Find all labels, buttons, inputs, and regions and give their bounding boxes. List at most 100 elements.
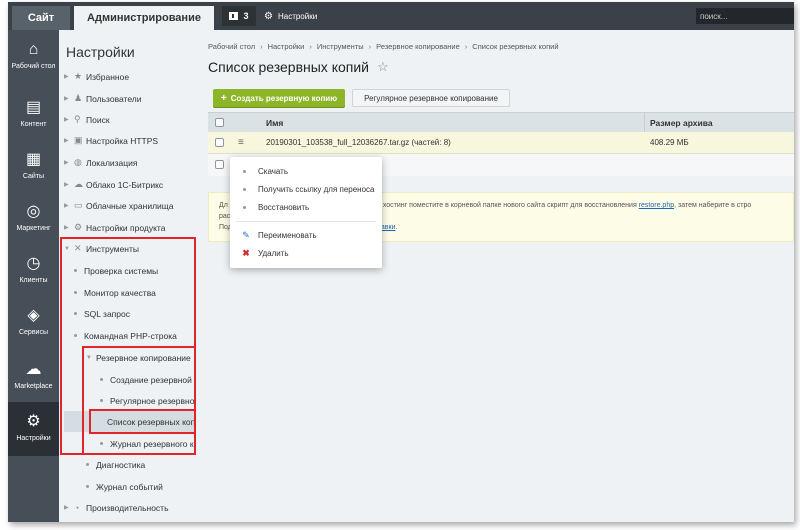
expand-arrow-icon[interactable]: ▶: [64, 202, 74, 209]
menu-item-system-check[interactable]: Проверка системы: [74, 260, 158, 281]
calendar-icon: ▦: [25, 151, 42, 168]
select-all-checkbox[interactable]: [215, 118, 224, 127]
menu-item-regular-backup[interactable]: Регулярное резервное: [100, 390, 195, 411]
sidebar-item-marketplace[interactable]: ☁ Marketplace: [8, 350, 59, 404]
collapse-arrow-icon[interactable]: ▼: [64, 246, 74, 252]
bullet-icon: [243, 205, 246, 209]
sidebar-item-desktop[interactable]: ⌂ Рабочий стол: [8, 30, 59, 84]
notifications-count: 3: [243, 11, 249, 21]
context-item-get-link[interactable]: Получить ссылку для переноса: [230, 180, 382, 198]
settings-menu: Настройки ▶ ★ Избранное ▶ ♟ Пользователи…: [59, 30, 195, 522]
sidebar-item-marketing[interactable]: ◎ Маркетинг: [8, 192, 59, 246]
context-item-rename[interactable]: ✎ Переименовать: [230, 226, 382, 244]
expand-arrow-icon[interactable]: ▶: [64, 181, 74, 188]
storage-icon: ▭: [74, 200, 83, 210]
menu-item-event-log[interactable]: Журнал событий: [86, 476, 163, 497]
context-item-download[interactable]: Скачать: [230, 162, 382, 180]
sidebar-item-sites[interactable]: ▦ Сайты: [8, 140, 59, 194]
bullet-icon: [74, 269, 77, 272]
bullet-icon: [243, 169, 246, 173]
regular-backup-button[interactable]: Регулярное резервное копирование: [352, 89, 510, 107]
sidebar-item-label: Маркетинг: [16, 225, 51, 232]
expand-arrow-icon[interactable]: ▶: [64, 73, 74, 80]
table-row[interactable]: ≡ 20190301_103538_full_12036267.tar.gz (…: [208, 132, 794, 154]
document-icon: ▤: [25, 99, 42, 116]
menu-item-sql-query[interactable]: SQL запрос: [74, 303, 130, 324]
menu-item-label: Список резервных копи: [107, 416, 195, 427]
sidebar-item-label: Рабочий стол: [11, 63, 56, 70]
sidebar-item-label: Сайты: [22, 173, 45, 180]
layers-icon: ◈: [27, 307, 40, 324]
column-header-size[interactable]: Размер архива: [650, 118, 713, 128]
expand-arrow-icon[interactable]: ▶: [64, 137, 74, 144]
menu-item-label: Производительность: [86, 502, 169, 513]
admin-tab[interactable]: Администрирование: [74, 6, 214, 30]
search-input[interactable]: поиск...: [696, 8, 794, 24]
notification-icon: [229, 12, 239, 20]
menu-item-search[interactable]: ▶ ⚲ Поиск: [64, 109, 110, 130]
expand-arrow-icon[interactable]: ▶: [64, 116, 74, 123]
sidebar-item-label: Сервисы: [18, 329, 48, 336]
breadcrumb-item[interactable]: Резервное копирование: [376, 42, 460, 51]
bullet-icon: [86, 485, 89, 488]
create-backup-button[interactable]: + Создать резервную копию: [213, 89, 345, 107]
menu-item-cloud-storage[interactable]: ▶ ▭ Облачные хранилища: [64, 195, 174, 216]
collapse-arrow-icon[interactable]: ▼: [86, 355, 96, 361]
menu-item-favorites[interactable]: ▶ ★ Избранное: [64, 66, 129, 87]
menu-item-https[interactable]: ▶ ▣ Настройка HTTPS: [64, 130, 158, 151]
plus-icon: +: [220, 92, 227, 104]
menu-item-backup-list[interactable]: Список резервных копи: [64, 411, 195, 432]
table-header: Имя Размер архива: [208, 112, 794, 133]
settings-icon: ⚙: [74, 222, 83, 232]
menu-item-performance[interactable]: ▶ ◔ Производительность: [64, 497, 169, 518]
column-header-name[interactable]: Имя: [266, 118, 283, 128]
notifications-button[interactable]: 3: [222, 6, 256, 26]
bullet-icon: [86, 463, 89, 466]
info-text: рас: [219, 213, 231, 220]
lock-icon: ▣: [74, 135, 83, 145]
context-item-delete[interactable]: ✖ Удалить: [230, 244, 382, 262]
menu-item-localization[interactable]: ▶ ◍ Локализация: [64, 152, 138, 173]
performance-icon: ◔: [74, 502, 80, 513]
sidebar-item-services[interactable]: ◈ Сервисы: [8, 296, 59, 350]
menu-item-diagnostics[interactable]: Диагностика: [86, 454, 145, 475]
breadcrumb-item[interactable]: Настройки: [268, 42, 305, 51]
breadcrumb-item[interactable]: Инструменты: [317, 42, 364, 51]
expand-arrow-icon[interactable]: ▶: [64, 504, 74, 511]
context-item-label: Получить ссылку для переноса: [258, 184, 375, 194]
menu-item-quality-monitor[interactable]: Монитор качества: [74, 282, 156, 303]
menu-item-tools[interactable]: ▼ ✕ Инструменты: [64, 238, 139, 259]
menu-item-backup-log[interactable]: Журнал резервного коп: [100, 433, 195, 454]
menu-item-label: Облако 1С-Битрикс: [86, 179, 164, 190]
favorite-star-icon[interactable]: ☆: [377, 59, 389, 75]
footer-checkbox[interactable]: [215, 160, 224, 169]
breadcrumb-item[interactable]: Рабочий стол: [208, 42, 255, 51]
sidebar-item-content[interactable]: ▤ Контент: [8, 88, 59, 142]
menu-item-backup[interactable]: ▼ Резервное копирование: [86, 347, 191, 368]
menu-item-bitrix-cloud[interactable]: ▶ ☁ Облако 1С-Битрикс: [64, 174, 163, 195]
row-checkbox[interactable]: [215, 138, 224, 147]
top-settings-link[interactable]: ⚙ Настройки: [264, 6, 317, 26]
context-item-restore[interactable]: Восстановить: [230, 198, 382, 216]
sidebar-item-clients[interactable]: ◷ Клиенты: [8, 244, 59, 298]
menu-item-label: Диагностика: [96, 459, 146, 470]
menu-item-label: Создание резервной ко: [110, 374, 195, 385]
menu-item-product-settings[interactable]: ▶ ⚙ Настройки продукта: [64, 217, 165, 238]
sidebar-item-label: Marketplace: [14, 383, 53, 390]
expand-arrow-icon[interactable]: ▶: [64, 95, 74, 102]
restore-php-link[interactable]: restore.php: [639, 202, 674, 209]
user-icon: ♟: [74, 93, 83, 103]
menu-item-label: Настройка HTTPS: [86, 135, 159, 146]
sidebar-item-settings[interactable]: ⚙ Настройки: [8, 402, 59, 456]
menu-item-label: Инструменты: [86, 243, 140, 254]
info-text: Дл: [219, 202, 228, 209]
menu-item-php-console[interactable]: Командная PHP-строка: [74, 325, 177, 346]
site-tab[interactable]: Сайт: [12, 6, 70, 30]
expand-arrow-icon[interactable]: ▶: [64, 224, 74, 231]
expand-arrow-icon[interactable]: ▶: [64, 159, 74, 166]
row-menu-icon[interactable]: ≡: [238, 138, 248, 148]
menu-item-users[interactable]: ▶ ♟ Пользователи: [64, 88, 141, 109]
breadcrumb-item[interactable]: Список резервных копий: [472, 42, 558, 51]
menu-item-create-backup[interactable]: Создание резервной ко: [100, 369, 195, 390]
menu-item-label: Монитор качества: [84, 287, 156, 298]
